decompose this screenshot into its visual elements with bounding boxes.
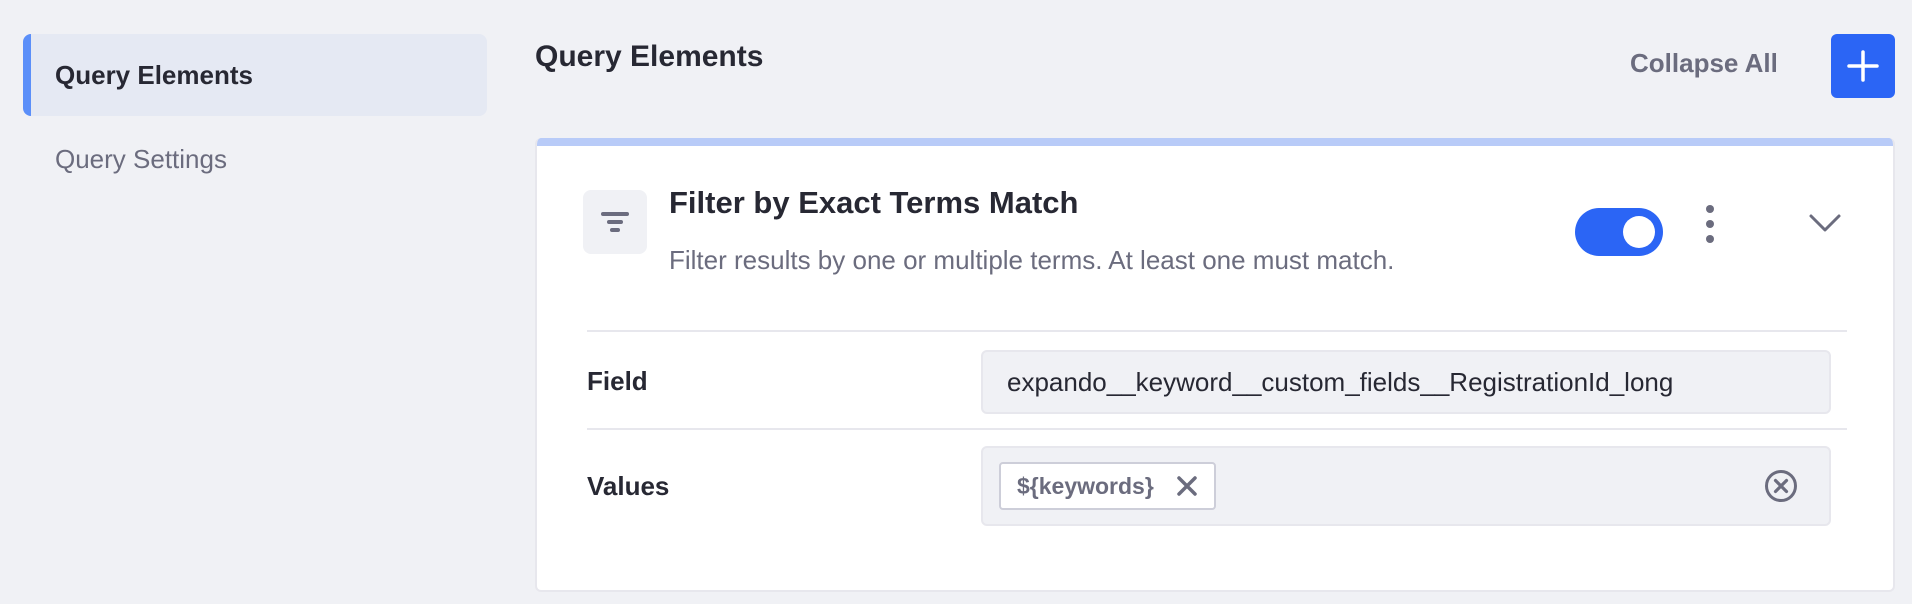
divider	[587, 428, 1847, 430]
card-top-bar	[537, 138, 1893, 146]
element-title: Filter by Exact Terms Match	[669, 185, 1079, 220]
divider	[587, 330, 1847, 332]
sidebar-item-query-settings[interactable]: Query Settings	[23, 124, 487, 194]
kebab-dot	[1706, 220, 1714, 228]
clear-all-icon[interactable]	[1763, 468, 1799, 504]
close-icon	[1177, 476, 1197, 496]
sidebar-item-query-elements[interactable]: Query Elements	[23, 34, 487, 116]
sidebar-item-label: Query Settings	[55, 143, 227, 174]
field-label: Field	[587, 366, 648, 396]
element-options-button[interactable]	[1697, 202, 1723, 246]
values-multiselect-input[interactable]: ${keywords}	[981, 446, 1831, 526]
value-chip: ${keywords}	[999, 462, 1216, 510]
chevron-down-icon[interactable]	[1805, 208, 1845, 238]
filter-icon	[601, 212, 629, 232]
sidebar: Query Elements Query Settings	[23, 34, 487, 194]
element-icon-badge	[583, 190, 647, 254]
chip-label: ${keywords}	[1017, 472, 1154, 499]
field-input[interactable]	[981, 350, 1831, 414]
values-label: Values	[587, 471, 670, 501]
kebab-dot	[1706, 205, 1714, 213]
element-description: Filter results by one or multiple terms.…	[669, 245, 1395, 275]
sidebar-item-label: Query Elements	[55, 59, 253, 90]
kebab-dot	[1706, 235, 1714, 243]
add-element-button[interactable]	[1831, 34, 1895, 98]
page-title: Query Elements	[535, 40, 764, 73]
toggle-knob	[1623, 216, 1655, 248]
plus-icon	[1847, 50, 1879, 82]
chip-remove-button[interactable]	[1176, 475, 1198, 497]
enable-toggle[interactable]	[1575, 208, 1663, 256]
query-element-card: Filter by Exact Terms Match Filter resul…	[535, 138, 1895, 592]
collapse-all-button[interactable]: Collapse All	[1630, 48, 1778, 79]
